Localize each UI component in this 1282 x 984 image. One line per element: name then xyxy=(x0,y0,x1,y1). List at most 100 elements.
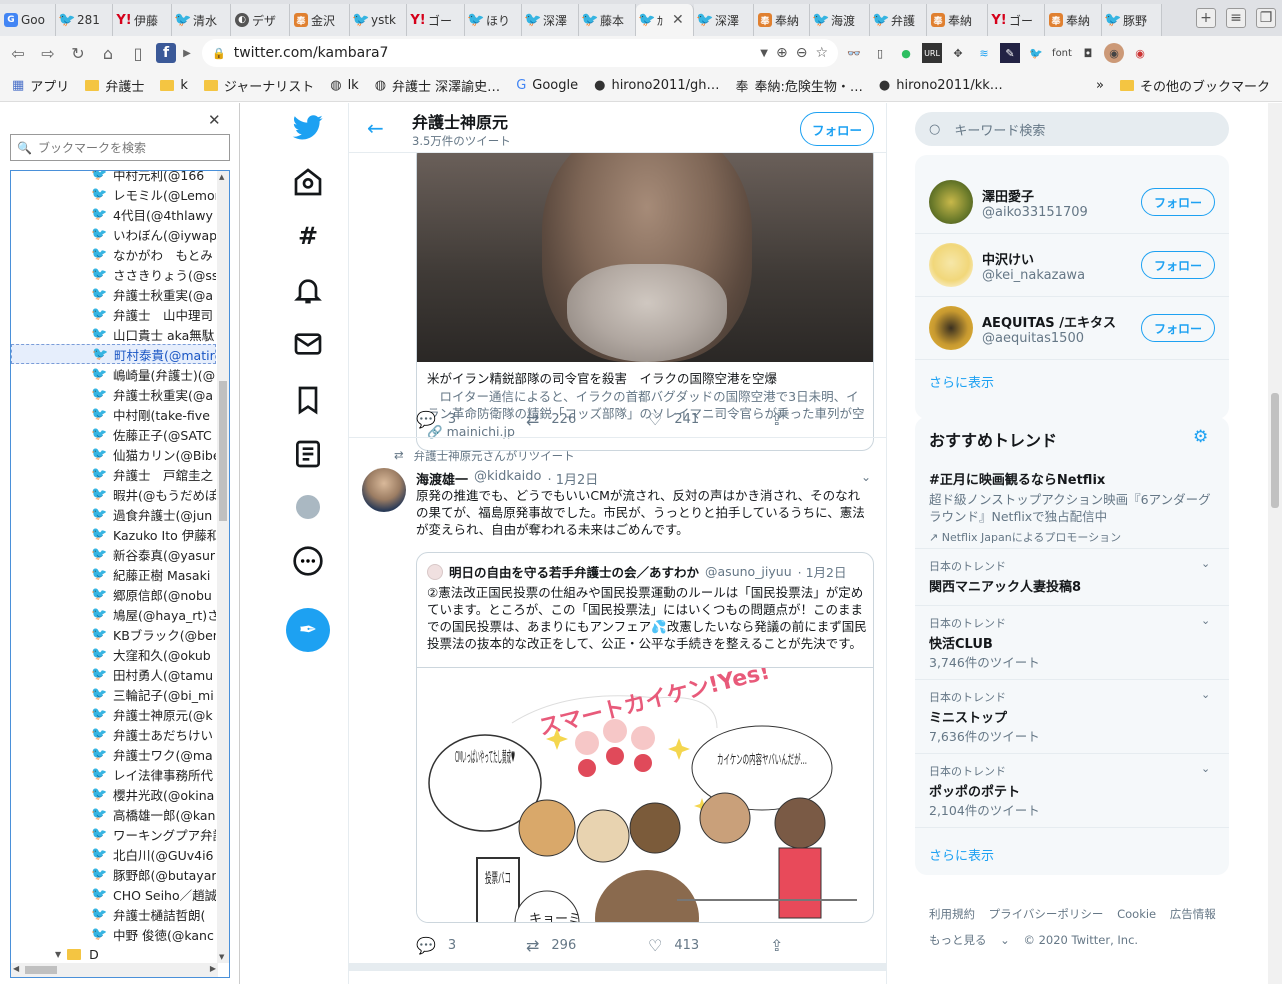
bookmark-tree-item[interactable]: 🐦 佐藤正子(@SATC xyxy=(11,424,216,444)
share-button[interactable]: ⇪ xyxy=(770,936,783,955)
scroll-right-icon[interactable]: ▶ xyxy=(210,964,216,973)
tab-list-icon[interactable]: ≡ xyxy=(1226,8,1246,28)
follow-button[interactable]: フォロー xyxy=(1141,314,1215,342)
bookmark-tree-folder[interactable]: ▼ D xyxy=(11,944,216,964)
url-shortener-icon[interactable]: URL xyxy=(922,43,942,63)
extension-bookmark-icon[interactable]: ▯ xyxy=(870,43,890,63)
footer-link-terms[interactable]: 利用規約 xyxy=(929,907,975,921)
bookmark-item[interactable]: 弁護士 xyxy=(85,76,144,95)
reload-icon[interactable]: ↻ xyxy=(66,41,90,65)
bookmark-tree-item[interactable]: 🐦 田村勇人(@tamu xyxy=(11,664,216,684)
bookmark-tree-item[interactable]: 🐦 鳩屋(@haya_rt)さ xyxy=(11,604,216,624)
like-button[interactable]: ♡ 241 xyxy=(648,410,770,429)
bookmark-tree-item[interactable]: 🐦 レモミル(@Lemor xyxy=(11,184,216,204)
browser-tab[interactable]: 🐦 弁護 xyxy=(870,4,927,36)
scroll-thumb[interactable] xyxy=(219,381,227,521)
scroll-down-icon[interactable]: ▼ xyxy=(219,953,224,961)
bookmark-tree-item[interactable]: 🐦 三輪記子(@bi_mi xyxy=(11,684,216,704)
browser-tab[interactable]: 奉奉納 xyxy=(754,4,810,36)
bookmark-item[interactable]: ● hirono2011/gh… xyxy=(594,78,719,93)
chevron-down-icon[interactable]: ⌄ xyxy=(1201,762,1210,775)
chevron-down-icon[interactable]: ⌄ xyxy=(1201,614,1210,627)
browser-tab[interactable]: 奉金沢 xyxy=(290,4,350,36)
author-name[interactable]: 海渡雄一 xyxy=(416,469,468,488)
browser-tab[interactable]: 🐦 豚野 xyxy=(1102,4,1162,36)
extension-glasses-icon[interactable]: 👓 xyxy=(844,43,864,63)
bookmark-tree-item[interactable]: 🐦 中野 俊徳(@kanc xyxy=(11,924,216,944)
bookmark-tree-item[interactable]: 🐦 Kazuko Ito 伊藤和 xyxy=(11,524,216,544)
address-bar[interactable]: 🔒 twitter.com/kambara7 ▼ ⊕ ⊖ ☆ xyxy=(202,39,838,67)
footer-link-cookie[interactable]: Cookie xyxy=(1117,907,1156,921)
browser-tab[interactable]: Y! ゴー xyxy=(988,4,1045,36)
browser-tab[interactable]: Y! 伊藤 xyxy=(113,4,172,36)
user-suggestion[interactable]: AEQUITAS /エキタス @aequitas1500 フォロー xyxy=(915,297,1229,360)
bookmark-tree-item[interactable]: 🐦 KBブラック(@ben xyxy=(11,624,216,644)
bookmark-tree-item[interactable]: 🐦 嶋崎量(弁護士)(@ xyxy=(11,364,216,384)
forward-arrow-icon[interactable]: ⇨ xyxy=(36,41,60,65)
home-icon[interactable]: ⌂ xyxy=(96,41,120,65)
bookmark-tree-item[interactable]: 🐦 CHO Seiho／趙誠 xyxy=(11,884,216,904)
bookmark-item[interactable]: ● hirono2011/kk… xyxy=(879,78,1003,93)
bookmark-tree-item[interactable]: 🐦 紀藤正樹 Masaki xyxy=(11,564,216,584)
like-button[interactable]: ♡ 413 xyxy=(648,936,770,955)
footer-link-privacy[interactable]: プライバシーポリシー xyxy=(989,907,1104,921)
close-icon[interactable]: ✕ xyxy=(208,111,221,129)
show-more-link[interactable]: さらに表示 xyxy=(929,372,994,391)
more-icon[interactable] xyxy=(292,545,324,577)
bookmark-tree-item[interactable]: 🐦 高橋雄一郎(@kan xyxy=(11,804,216,824)
profile-avatar-icon[interactable] xyxy=(292,491,324,523)
bookmark-tree-item[interactable]: 🐦 中村元利(@166 xyxy=(11,171,216,184)
extension-edit-icon[interactable]: ✎ xyxy=(1000,43,1020,63)
bookmark-tree-item[interactable]: 🐦 弁護士 山中理司 xyxy=(11,304,216,324)
bookmark-tree[interactable]: 🐦 中村元利(@166 🐦 レモミル(@Lemor 🐦 4代目(@4thlawy 🐦 いわぼん… xyxy=(10,170,230,978)
gear-icon[interactable]: ⚙ xyxy=(1193,427,1208,447)
bookmark-tree-item[interactable]: 🐦 いわぼん(@iywap xyxy=(11,224,216,244)
bookmark-tree-vertical-scrollbar[interactable]: ▲ ▼ xyxy=(217,171,229,963)
dropdown-icon[interactable]: ▼ xyxy=(760,48,768,59)
bookmark-tree-item[interactable]: 🐦 仙猫カリン(@Bibe xyxy=(11,444,216,464)
back-arrow-icon[interactable]: ⇦ xyxy=(6,41,30,65)
back-arrow-icon[interactable]: ← xyxy=(367,116,384,140)
browser-tab[interactable]: 🐦 海渡 xyxy=(810,4,870,36)
bookmark-tree-item[interactable]: 🐦 郷原信郎(@nobu xyxy=(11,584,216,604)
avatar[interactable] xyxy=(929,306,973,350)
notifications-bell-icon[interactable] xyxy=(292,274,324,306)
page-scrollbar[interactable] xyxy=(1268,103,1282,984)
extension-flow-icon[interactable]: ≋ xyxy=(974,43,994,63)
home-icon[interactable] xyxy=(292,166,324,198)
compose-tweet-button[interactable]: ✒ xyxy=(286,608,330,652)
bookmark-tree-item[interactable]: 🐦 中村剛(take-five xyxy=(11,404,216,424)
chevron-down-icon[interactable]: ⌄ xyxy=(1201,688,1210,701)
lists-icon[interactable] xyxy=(292,438,324,470)
font-extension[interactable]: font xyxy=(1052,43,1072,63)
reply-button[interactable]: 💬 3 xyxy=(416,410,526,429)
bookmark-item[interactable]: k xyxy=(160,78,188,93)
avatar[interactable] xyxy=(929,243,973,287)
bookmark-tree-item[interactable]: 🐦 弁護士樋詰哲朗( xyxy=(11,904,216,924)
bookmark-item[interactable]: ◍ lk xyxy=(330,78,358,93)
bookmark-tree-item[interactable]: 🐦 大窪和久(@okub xyxy=(11,644,216,664)
tab-close-icon[interactable]: ✕ xyxy=(672,12,684,28)
bookmark-tree-item[interactable]: 🐦 弁護士秋重実(@a xyxy=(11,384,216,404)
retweet-button[interactable]: ⇄ 296 xyxy=(526,936,648,955)
quote-tweet[interactable]: 明日の自由を守る若手弁護士の会／あすわか @asuno_jiyuu · 1月2日… xyxy=(416,552,874,923)
zoom-out-icon[interactable]: ⊖ xyxy=(796,45,808,61)
bookmark-tree-item[interactable]: 🐦 豚野郎(@butayar xyxy=(11,864,216,884)
bookmark-tree-item[interactable]: 🐦 弁護士神原元(@k xyxy=(11,704,216,724)
browser-tab[interactable]: 🐦 ystk xyxy=(350,4,407,36)
scroll-left-icon[interactable]: ◀ xyxy=(13,964,19,973)
follow-button[interactable]: フォロー xyxy=(1141,188,1215,216)
messages-envelope-icon[interactable] xyxy=(292,328,324,360)
bookmarks-icon[interactable] xyxy=(292,384,324,416)
profile-avatar-icon[interactable]: ◉ xyxy=(1104,43,1124,63)
browser-tab[interactable]: 🐦 深澤 xyxy=(522,4,579,36)
bookmark-item[interactable]: ◍ 弁護士 深澤諭史… xyxy=(375,76,500,95)
bookmark-tree-horizontal-scrollbar[interactable]: ◀ ▶ xyxy=(11,963,218,977)
bookmark-tree-item[interactable]: 🐦 弁護士秋重実(@a xyxy=(11,284,216,304)
bookmark-tree-item[interactable]: 🐦 櫻井光政(@okina xyxy=(11,784,216,804)
scroll-thumb[interactable] xyxy=(1271,393,1279,508)
window-restore-icon[interactable]: ❐ xyxy=(1256,8,1276,28)
bookmark-tree-item[interactable]: 🐦 山口貴士 aka無駄 xyxy=(11,324,216,344)
bookmark-tree-item[interactable]: 🐦 暇井(@もうだめぽ( xyxy=(11,484,216,504)
trend-item[interactable]: 日本のトレンド ミニストップ 7,636件のツイート ⌄ xyxy=(915,680,1229,754)
